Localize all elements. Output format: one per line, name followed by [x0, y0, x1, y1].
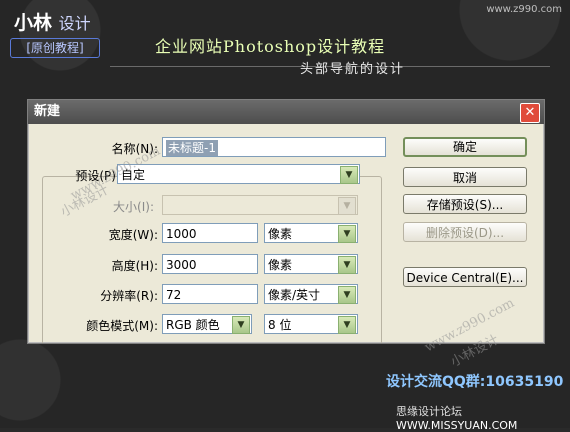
name-input[interactable]: 未标题-1: [162, 137, 386, 157]
page-title: 企业网站Photoshop设计教程: [155, 37, 386, 56]
logo-sub-text: 设计: [58, 14, 91, 33]
height-unit-select[interactable]: 像素 ▼: [264, 254, 358, 274]
height-unit-value: 像素: [268, 258, 293, 272]
width-unit-select[interactable]: 像素 ▼: [264, 223, 358, 243]
chevron-down-icon[interactable]: ▼: [338, 197, 356, 215]
forum-site: WWW.MISSYUAN.COM: [396, 419, 518, 432]
dialog-title: 新建: [34, 104, 61, 119]
site-logo: 小林 设计 [原创教程]: [8, 8, 118, 60]
width-input[interactable]: 1000: [162, 223, 258, 243]
bit-depth-select[interactable]: 8 位 ▼: [264, 314, 358, 334]
width-label: 宽度(W):: [108, 228, 158, 242]
preset-select[interactable]: 自定 ▼: [117, 164, 360, 184]
page-subtitle: 头部导航的设计: [300, 62, 406, 77]
device-central-button[interactable]: Device Central(E)...: [403, 267, 527, 287]
chevron-down-icon[interactable]: ▼: [338, 225, 356, 243]
resolution-label: 分辨率(R):: [100, 289, 158, 303]
resolution-unit-value: 像素/英寸: [268, 288, 321, 302]
name-value: 未标题-1: [166, 140, 218, 156]
height-input[interactable]: 3000: [162, 254, 258, 274]
resolution-input[interactable]: 72: [162, 284, 258, 304]
qq-group-text: 设计交流QQ群:10635190: [386, 374, 564, 390]
forum-name: 思缘设计论坛: [396, 405, 462, 418]
bit-depth-value: 8 位: [268, 318, 292, 332]
watermark-top: www.z990.com: [486, 4, 562, 15]
color-mode-label: 颜色模式(M):: [86, 319, 158, 333]
logo-tag: [原创教程]: [10, 38, 100, 58]
ok-button[interactable]: 确定: [403, 137, 527, 157]
new-document-dialog: 新建 ✕ 名称(N): 未标题-1 预设(P): 自定 ▼ 大小(I): ▼ 宽…: [27, 99, 545, 344]
chevron-down-icon[interactable]: ▼: [340, 166, 358, 184]
close-icon[interactable]: ✕: [520, 103, 540, 123]
logo-main-text: 小林: [14, 12, 53, 34]
cancel-button[interactable]: 取消: [403, 167, 527, 187]
height-label: 高度(H):: [111, 259, 158, 273]
chevron-down-icon[interactable]: ▼: [338, 316, 356, 334]
color-mode-select[interactable]: RGB 颜色 ▼: [162, 314, 252, 334]
chevron-down-icon[interactable]: ▼: [338, 256, 356, 274]
chevron-down-icon[interactable]: ▼: [232, 316, 250, 334]
size-select[interactable]: ▼: [162, 195, 358, 215]
width-unit-value: 像素: [268, 227, 293, 241]
dialog-titlebar: 新建: [28, 100, 544, 124]
save-preset-button[interactable]: 存储预设(S)...: [403, 194, 527, 214]
resolution-unit-select[interactable]: 像素/英寸 ▼: [264, 284, 358, 304]
color-mode-value: RGB 颜色: [166, 318, 220, 332]
delete-preset-button[interactable]: 删除预设(D)...: [403, 222, 527, 242]
chevron-down-icon[interactable]: ▼: [338, 286, 356, 304]
